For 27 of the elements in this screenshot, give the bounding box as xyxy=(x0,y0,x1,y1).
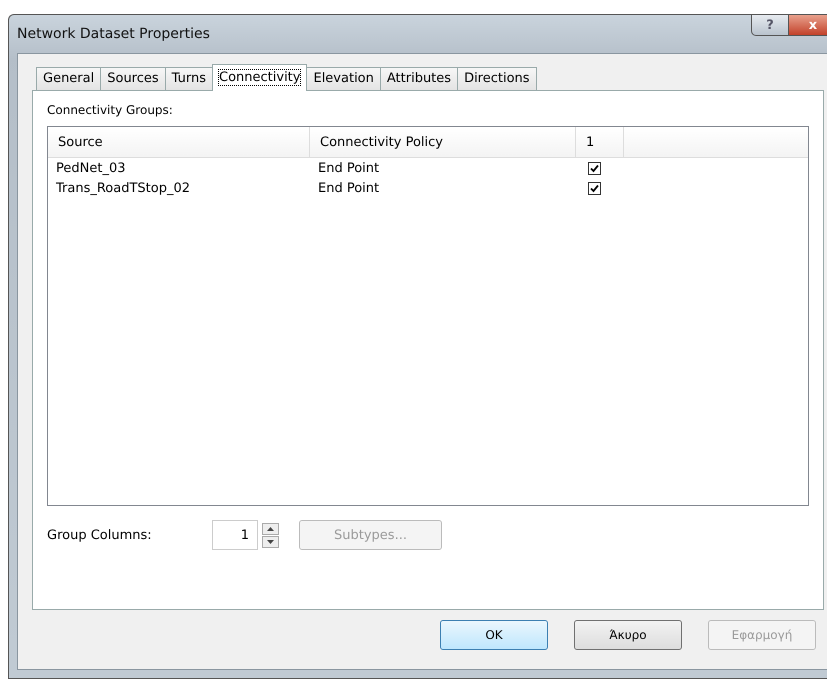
checkbox[interactable] xyxy=(588,182,601,194)
table-cell-text: PedNet_03 xyxy=(55,160,126,176)
tab[interactable]: Connectivity xyxy=(212,64,308,91)
table-cell-text: End Point xyxy=(317,180,380,196)
dialog-button[interactable]: OK xyxy=(440,620,548,650)
group-columns-label: Group Columns: xyxy=(47,528,153,542)
spin-down-button[interactable] xyxy=(262,536,279,548)
table-cell-text: End Point xyxy=(317,160,380,176)
tab[interactable]: General xyxy=(36,67,102,90)
checkbox[interactable] xyxy=(588,162,601,174)
up-arrow-icon xyxy=(267,526,274,530)
tab[interactable]: Sources xyxy=(100,67,166,90)
spin-up-button[interactable] xyxy=(262,522,279,534)
table-cell-text: Trans_RoadTStop_02 xyxy=(55,180,192,196)
column-header[interactable]: Connectivity Policy xyxy=(310,127,576,157)
group-columns-field[interactable]: 1 xyxy=(212,520,258,550)
tab[interactable]: Elevation xyxy=(306,67,381,90)
tab[interactable]: Directions xyxy=(457,67,537,90)
help-button[interactable]: ? xyxy=(751,14,789,36)
window-title: Network Dataset Properties xyxy=(17,26,210,42)
dialog-button[interactable]: Άκυρο xyxy=(574,620,682,650)
column-header[interactable]: Source xyxy=(48,127,310,157)
groups-label: Connectivity Groups: xyxy=(47,103,174,117)
tab[interactable]: Attributes xyxy=(380,67,458,90)
down-arrow-icon xyxy=(267,540,274,544)
column-header[interactable]: 1 xyxy=(576,127,624,157)
tab[interactable]: Turns xyxy=(164,67,214,90)
